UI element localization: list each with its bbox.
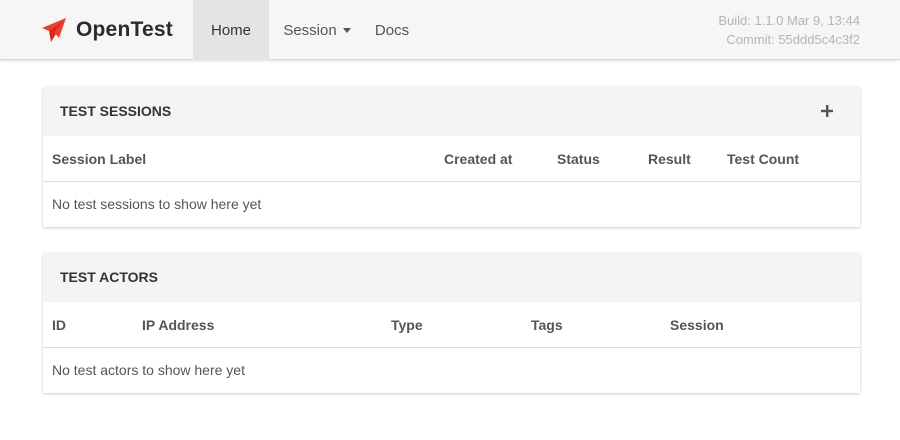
column-ip-address[interactable]: IP Address: [142, 302, 214, 348]
column-status[interactable]: Status: [557, 136, 600, 182]
test-actors-panel: TEST ACTORS ID IP Address Type Tags Sess…: [43, 253, 860, 393]
column-id[interactable]: ID: [52, 302, 66, 348]
caret-down-icon: [342, 27, 351, 33]
column-session-label[interactable]: Session Label: [52, 136, 146, 182]
brand[interactable]: OpenTest: [40, 0, 173, 60]
column-session[interactable]: Session: [670, 302, 724, 348]
top-navbar: OpenTest Home Session Docs Build: 1.1.0 …: [0, 0, 900, 60]
nav-session-label: Session: [283, 21, 337, 39]
column-test-count[interactable]: Test Count: [727, 136, 799, 182]
test-sessions-table-head: Session Label Created at Status Result T…: [43, 136, 860, 182]
nav-session-dropdown[interactable]: Session: [269, 0, 365, 60]
build-info: Build: 1.1.0 Mar 9, 13:44 Commit: 55ddd5…: [718, 11, 860, 49]
brand-name: OpenTest: [76, 18, 173, 41]
paper-plane-icon: [42, 18, 66, 42]
test-actors-empty-message: No test actors to show here yet: [52, 362, 245, 378]
build-commit: Commit: 55ddd5c4c3f2: [726, 32, 860, 47]
build-version: Build: 1.1.0 Mar 9, 13:44: [718, 13, 860, 28]
plus-icon: [821, 105, 833, 117]
nav-home-label: Home: [210, 21, 251, 39]
column-tags[interactable]: Tags: [531, 302, 563, 348]
column-type[interactable]: Type: [391, 302, 423, 348]
test-actors-title: TEST ACTORS: [60, 269, 159, 285]
test-actors-header: TEST ACTORS: [43, 253, 860, 302]
column-created-at[interactable]: Created at: [444, 136, 512, 182]
nav-docs[interactable]: Docs: [365, 0, 419, 60]
main-nav: Home Session Docs: [193, 0, 419, 60]
nav-docs-label: Docs: [374, 21, 410, 39]
test-sessions-header: TEST SESSIONS: [43, 87, 860, 136]
column-result[interactable]: Result: [648, 136, 691, 182]
test-actors-table-head: ID IP Address Type Tags Session: [43, 302, 860, 348]
test-sessions-title: TEST SESSIONS: [60, 103, 172, 119]
test-sessions-panel: TEST SESSIONS Session Label Created at S…: [43, 87, 860, 227]
add-session-button[interactable]: [816, 100, 838, 122]
nav-home[interactable]: Home: [193, 0, 269, 60]
test-sessions-empty-message: No test sessions to show here yet: [52, 196, 262, 212]
